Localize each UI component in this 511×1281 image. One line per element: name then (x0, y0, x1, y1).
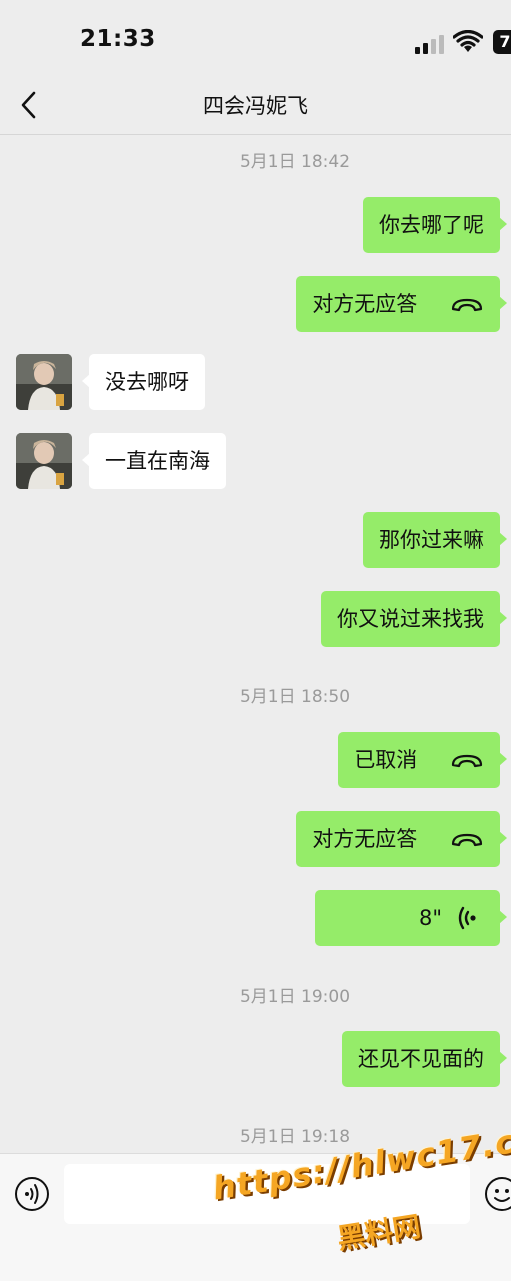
message-text: 一直在南海 (105, 449, 210, 473)
call-bubble-out[interactable]: 对方无应答 (296, 811, 507, 867)
status-time: 21:33 (80, 26, 156, 52)
voice-duration: 8" (418, 906, 442, 930)
call-status-text: 已取消 (354, 748, 418, 772)
avatar[interactable] (16, 433, 72, 489)
timestamp: 5月1日 19:00 (239, 987, 351, 1007)
voice-message-bubble[interactable]: 8" (315, 890, 507, 946)
voice-input-icon[interactable] (14, 1176, 50, 1212)
message-bubble-out[interactable]: 你去哪了呢 (363, 197, 507, 253)
avatar-image (16, 354, 72, 410)
message-bubble-in[interactable]: 没去哪呀 (82, 354, 205, 410)
message-text: 没去哪呀 (105, 370, 189, 394)
emoji-icon[interactable] (484, 1176, 511, 1212)
message-text: 你又说过来找我 (337, 607, 484, 631)
message-bubble-out[interactable]: 那你过来嘛 (363, 512, 507, 568)
avatar-image (16, 433, 72, 489)
chat-title: 四会冯妮飞 (203, 94, 308, 118)
message-list[interactable]: 5月1日 18:42 你去哪了呢 对方无应答 没去哪呀 一直在南海 那你过来嘛 … (0, 135, 511, 1155)
battery-icon: 7 (493, 30, 511, 54)
wifi-icon (453, 30, 483, 52)
nav-bar: 四会冯妮飞 (0, 80, 511, 135)
phone-hangup-icon (451, 298, 483, 312)
phone-hangup-icon (451, 754, 483, 768)
call-bubble-out[interactable]: 已取消 (338, 732, 507, 788)
message-bubble-in[interactable]: 一直在南海 (82, 433, 226, 489)
voice-wave-icon (458, 906, 476, 930)
message-text: 那你过来嘛 (379, 528, 484, 552)
message-text: 还见不见面的 (358, 1047, 484, 1071)
status-bar: 21:33 7 (0, 0, 511, 88)
cellular-signal-icon (415, 34, 445, 54)
call-status-text: 对方无应答 (312, 827, 418, 851)
avatar[interactable] (16, 354, 72, 410)
message-text: 你去哪了呢 (379, 213, 484, 237)
timestamp: 5月1日 18:50 (239, 687, 351, 707)
phone-hangup-icon (451, 833, 483, 847)
message-bubble-out[interactable]: 还见不见面的 (342, 1031, 507, 1087)
call-status-text: 对方无应答 (312, 292, 418, 316)
timestamp: 5月1日 18:42 (239, 152, 351, 172)
call-bubble-out[interactable]: 对方无应答 (296, 276, 507, 332)
message-bubble-out[interactable]: 你又说过来找我 (321, 591, 507, 647)
